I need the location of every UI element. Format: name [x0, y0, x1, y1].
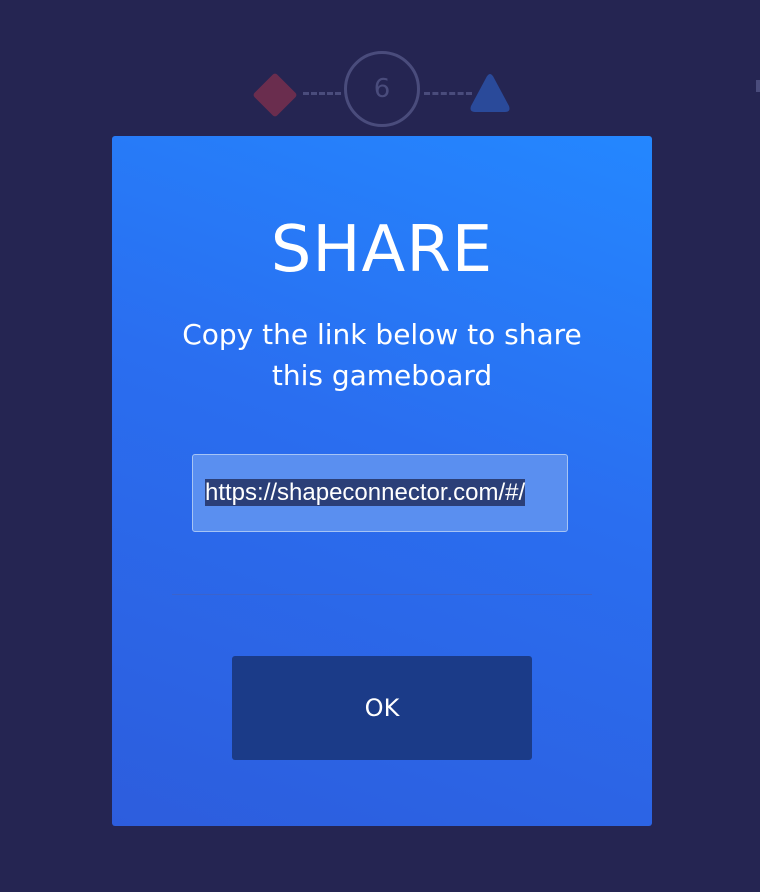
triangle-shape-icon [470, 74, 510, 112]
ok-button[interactable]: OK [232, 656, 532, 760]
connector-dash [303, 92, 341, 95]
share-link-field[interactable]: https://shapeconnector.com/#/ [192, 454, 568, 532]
modal-title: SHARE [270, 213, 494, 287]
share-link-text: https://shapeconnector.com/#/ [205, 479, 526, 506]
modal-subtitle: Copy the link below to share this gamebo… [182, 318, 582, 392]
modal-divider [172, 594, 592, 595]
gameboard-background: 6 [0, 0, 760, 140]
step-counter-number: 6 [373, 74, 391, 104]
connector-dash [424, 92, 472, 95]
offscreen-shape-edge [756, 80, 760, 92]
diamond-shape-icon [252, 72, 298, 118]
share-link-input[interactable]: https://shapeconnector.com/#/ [193, 455, 567, 531]
share-modal: SHARE Copy the link below to share this … [112, 136, 652, 826]
step-counter-circle: 6 [344, 51, 420, 127]
